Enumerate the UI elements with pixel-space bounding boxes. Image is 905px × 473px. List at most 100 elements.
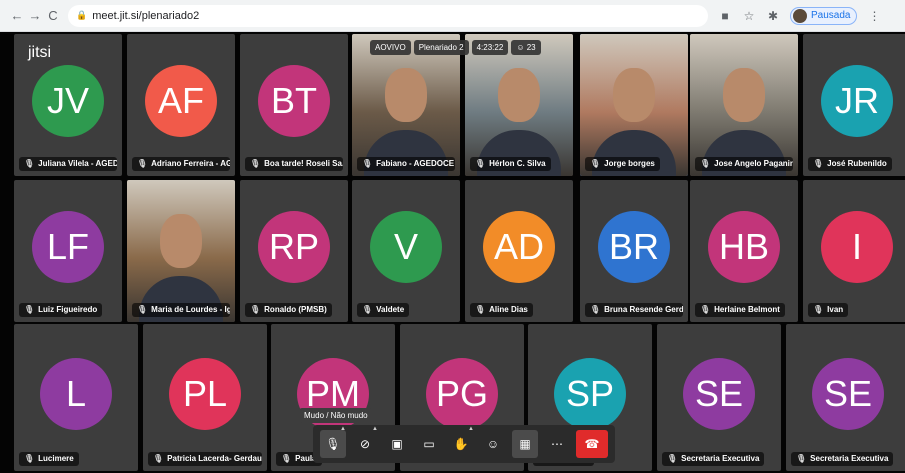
participant-video xyxy=(352,34,460,176)
participant-tile[interactable]: 🎙 Hérlon C. Silva xyxy=(465,34,573,176)
microphone-muted-icon: 🎙 xyxy=(700,305,711,314)
participant-tile[interactable]: RP 🎙 Ronaldo (PMSB) xyxy=(240,180,348,322)
meeting-timer: 4:23:22 xyxy=(471,40,509,55)
chat-icon: ▭ xyxy=(423,437,435,451)
participant-tile[interactable]: AF 🎙Adriano Ferreira - AG... xyxy=(127,34,235,176)
avatar: SE xyxy=(683,357,755,430)
participant-tile[interactable]: V 🎙 Valdete xyxy=(352,180,460,322)
participant-name-label: Fabiano - AGEDOCE xyxy=(376,159,455,168)
profile-paused-button[interactable]: Pausada xyxy=(790,6,858,25)
participant-name-label: Hérlon C. Silva xyxy=(489,159,546,168)
jitsi-logo: jitsi xyxy=(28,44,52,61)
chevron-up-icon[interactable]: ▲ xyxy=(372,426,378,432)
person-silhouette xyxy=(613,68,655,123)
microphone-muted-icon: 🎙 xyxy=(250,159,261,168)
chevron-up-icon[interactable]: ▲ xyxy=(340,426,346,432)
avatar: PL xyxy=(169,357,241,430)
participant-name-label: Adriano Ferreira - AG... xyxy=(151,159,230,168)
microphone-muted-icon: 🎙 xyxy=(250,305,261,314)
participant-name: 🎙 Ivan xyxy=(808,303,849,317)
menu-icon[interactable]: ⋮ xyxy=(867,9,881,23)
paused-label: Pausada xyxy=(811,10,851,21)
participant-tile[interactable]: BT 🎙 Boa tarde! Roseli Sa... xyxy=(240,34,348,176)
participant-name-label: Secretaria Executiva xyxy=(681,454,760,463)
participant-tile[interactable]: JR 🎙 José Rubenildo xyxy=(803,34,905,176)
puzzle-icon[interactable]: ✱ xyxy=(766,9,780,23)
participant-tile[interactable]: 🎙 Fabiano - AGEDOCE xyxy=(352,34,460,176)
microphone-muted-icon: 🎙 xyxy=(590,159,601,168)
participant-name: 🎙 José Rubenildo xyxy=(808,157,892,171)
avatar: I xyxy=(821,211,893,283)
lock-icon: 🔒 xyxy=(76,10,88,20)
participant-tile[interactable]: BR 🎙 Bruna Resende Gerd... xyxy=(580,180,688,322)
tile-view-button[interactable]: ▦ xyxy=(512,430,538,458)
participant-tile[interactable]: HB 🎙 Herlaine Belmont xyxy=(690,180,798,322)
extension-icon[interactable]: ■ xyxy=(718,9,732,23)
participant-tile[interactable]: PL 🎙 Patricia Lacerda- Gerdau ... xyxy=(143,324,267,471)
microphone-muted-icon: 🎙 xyxy=(153,454,164,463)
participant-name: 🎙Adriano Ferreira - AG... xyxy=(132,157,230,171)
video-grid: JV 🎙 Juliana Vilela - AGED... AF 🎙 Adriano Fe… xyxy=(0,32,905,473)
microphone-muted-icon: 🎙 xyxy=(137,159,148,168)
bookmark-icon[interactable]: ☆ xyxy=(742,9,756,23)
person-silhouette xyxy=(498,68,540,123)
participant-name: 🎙 Herlaine Belmont xyxy=(695,303,785,317)
live-badge: AOVIVO xyxy=(370,40,411,55)
participant-tile[interactable]: LF 🎙 Luiz Figueiredo xyxy=(14,180,122,322)
browser-toolbar: ← → C 🔒 meet.jit.si/plenariado2 ■ ☆ ✱ Pa… xyxy=(0,0,905,32)
screen-share-button[interactable]: ▣ xyxy=(384,430,410,458)
avatar: BR xyxy=(598,211,670,283)
camera-off-button[interactable]: ⊘ ▲ xyxy=(352,426,378,458)
avatar xyxy=(793,8,807,23)
participant-name-label: Patricia Lacerda- Gerdau ... xyxy=(167,454,262,463)
participant-name: 🎙 Fabiano - AGEDOCE xyxy=(357,157,455,171)
microphone-muted-icon: 🎙 xyxy=(813,159,824,168)
participant-name: 🎙 Jorge borges xyxy=(585,157,660,171)
person-silhouette xyxy=(160,214,202,269)
forward-button[interactable]: → xyxy=(26,8,44,23)
participant-tile[interactable]: I 🎙 Ivan xyxy=(803,180,905,322)
microphone-muted-icon: 🎙 xyxy=(281,454,292,463)
address-bar[interactable]: 🔒 meet.jit.si/plenariado2 xyxy=(68,4,708,27)
participant-name-label: Jorge borges xyxy=(604,159,655,168)
raise-hand-icon: ✋ xyxy=(453,437,469,451)
mute-tooltip: Mudo / Não mudo xyxy=(299,408,373,423)
participant-name: 🎙 Aline Dias xyxy=(470,303,533,317)
chevron-up-icon[interactable]: ▲ xyxy=(468,426,474,432)
chat-button[interactable]: ▭ xyxy=(416,430,442,458)
participant-video xyxy=(127,180,235,322)
reload-button[interactable]: C xyxy=(44,8,62,23)
participant-name: 🎙 Patricia Lacerda- Gerdau ... xyxy=(148,452,262,466)
participant-tile[interactable]: AD 🎙 Aline Dias xyxy=(465,180,573,322)
participant-name: 🎙 Valdete xyxy=(357,303,410,317)
participant-name: 🎙 Lucimere xyxy=(19,452,79,466)
participant-tile[interactable]: 🎙 Jorge borges xyxy=(580,34,688,176)
raise-hand-button[interactable]: ✋ ▲ xyxy=(448,426,474,458)
back-button[interactable]: ← xyxy=(8,8,26,23)
participant-name-label: Juliana Vilela - AGED... xyxy=(38,159,117,168)
microphone-muted-button[interactable]: 🎙 ▲ xyxy=(320,426,346,458)
participants-icon: ☺ xyxy=(486,437,500,451)
participant-name: 🎙 Bruna Resende Gerd... xyxy=(585,303,683,317)
participant-name: 🎙 Hérlon C. Silva xyxy=(470,157,551,171)
participants-button[interactable]: ☺ xyxy=(480,430,506,458)
participant-tile[interactable]: 🎙 Jose Angelo Paganini xyxy=(690,34,798,176)
participant-name: 🎙 Maria de Lourdes - Ig... xyxy=(132,303,230,317)
avatar: HB xyxy=(708,211,780,283)
avatar: BT xyxy=(258,65,330,137)
more-actions-button[interactable]: ⋯ xyxy=(544,430,570,458)
microphone-muted-icon: 🎙 xyxy=(362,159,373,168)
participant-tile[interactable]: 🎙 Maria de Lourdes - Ig... xyxy=(127,180,235,322)
avatar: JR xyxy=(821,65,893,137)
participant-name-label: José Rubenildo xyxy=(827,159,887,168)
participant-tile[interactable]: L 🎙 Lucimere xyxy=(14,324,138,471)
microphone-muted-icon: 🎙 xyxy=(24,159,35,168)
avatar: SP xyxy=(554,357,626,430)
microphone-muted-icon: 🎙 xyxy=(137,305,148,314)
participant-tile[interactable]: SE 🎙 Secretaria Executiva xyxy=(657,324,781,471)
hangup-button[interactable]: ☎ xyxy=(576,430,608,458)
participant-name: 🎙 Boa tarde! Roseli Sa... xyxy=(245,157,343,171)
participant-name: 🎙 Ronaldo (PMSB) xyxy=(245,303,332,317)
participant-name: 🎙 Juliana Vilela - AGED... xyxy=(19,157,117,171)
participant-tile[interactable]: SE 🎙 Secretaria Executiva xyxy=(786,324,905,471)
